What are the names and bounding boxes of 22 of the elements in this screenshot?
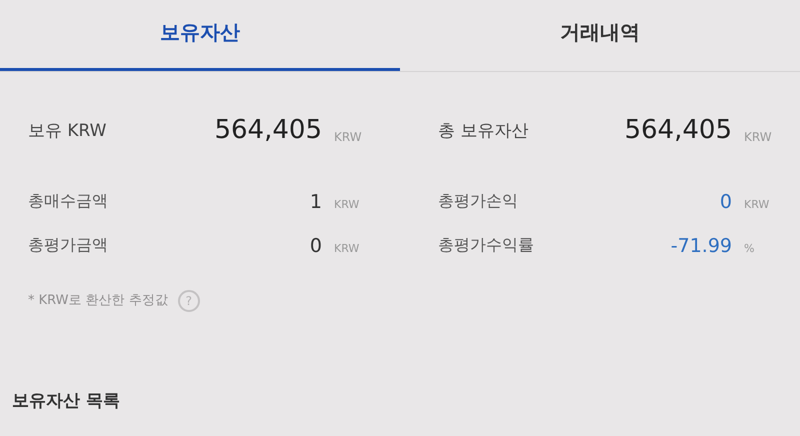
unit-label: KRW xyxy=(333,129,363,146)
stat-label: 총평가손익 xyxy=(438,190,518,212)
summary-label: 보유 KRW xyxy=(28,120,106,142)
tab[interactable]: 거래내역 xyxy=(400,0,800,71)
summary-label: 총 보유자산 xyxy=(438,120,528,142)
unit-label: % xyxy=(743,240,756,256)
summary-value: 564,405 xyxy=(624,114,732,147)
stat-label: 총평가금액 xyxy=(28,234,108,256)
unit-label: KRW xyxy=(333,196,360,212)
unit-label: KRW xyxy=(743,129,773,146)
stat-label: 총매수금액 xyxy=(28,190,108,212)
note-text: * KRW로 환산한 추정값 xyxy=(28,292,168,310)
tab[interactable]: 보유자산 xyxy=(0,0,400,71)
summary-value: 564,405 xyxy=(214,114,322,147)
stat-value: 1 xyxy=(310,190,322,214)
stat-label: 총평가수익률 xyxy=(438,234,534,256)
stat-value: 0 xyxy=(310,234,322,258)
stat-value: -71.99 xyxy=(670,234,732,258)
stat-value: 0 xyxy=(720,190,732,214)
unit-label: KRW xyxy=(743,196,770,212)
section-title: 보유자산 목록 xyxy=(12,390,120,410)
unit-label: KRW xyxy=(333,240,360,256)
